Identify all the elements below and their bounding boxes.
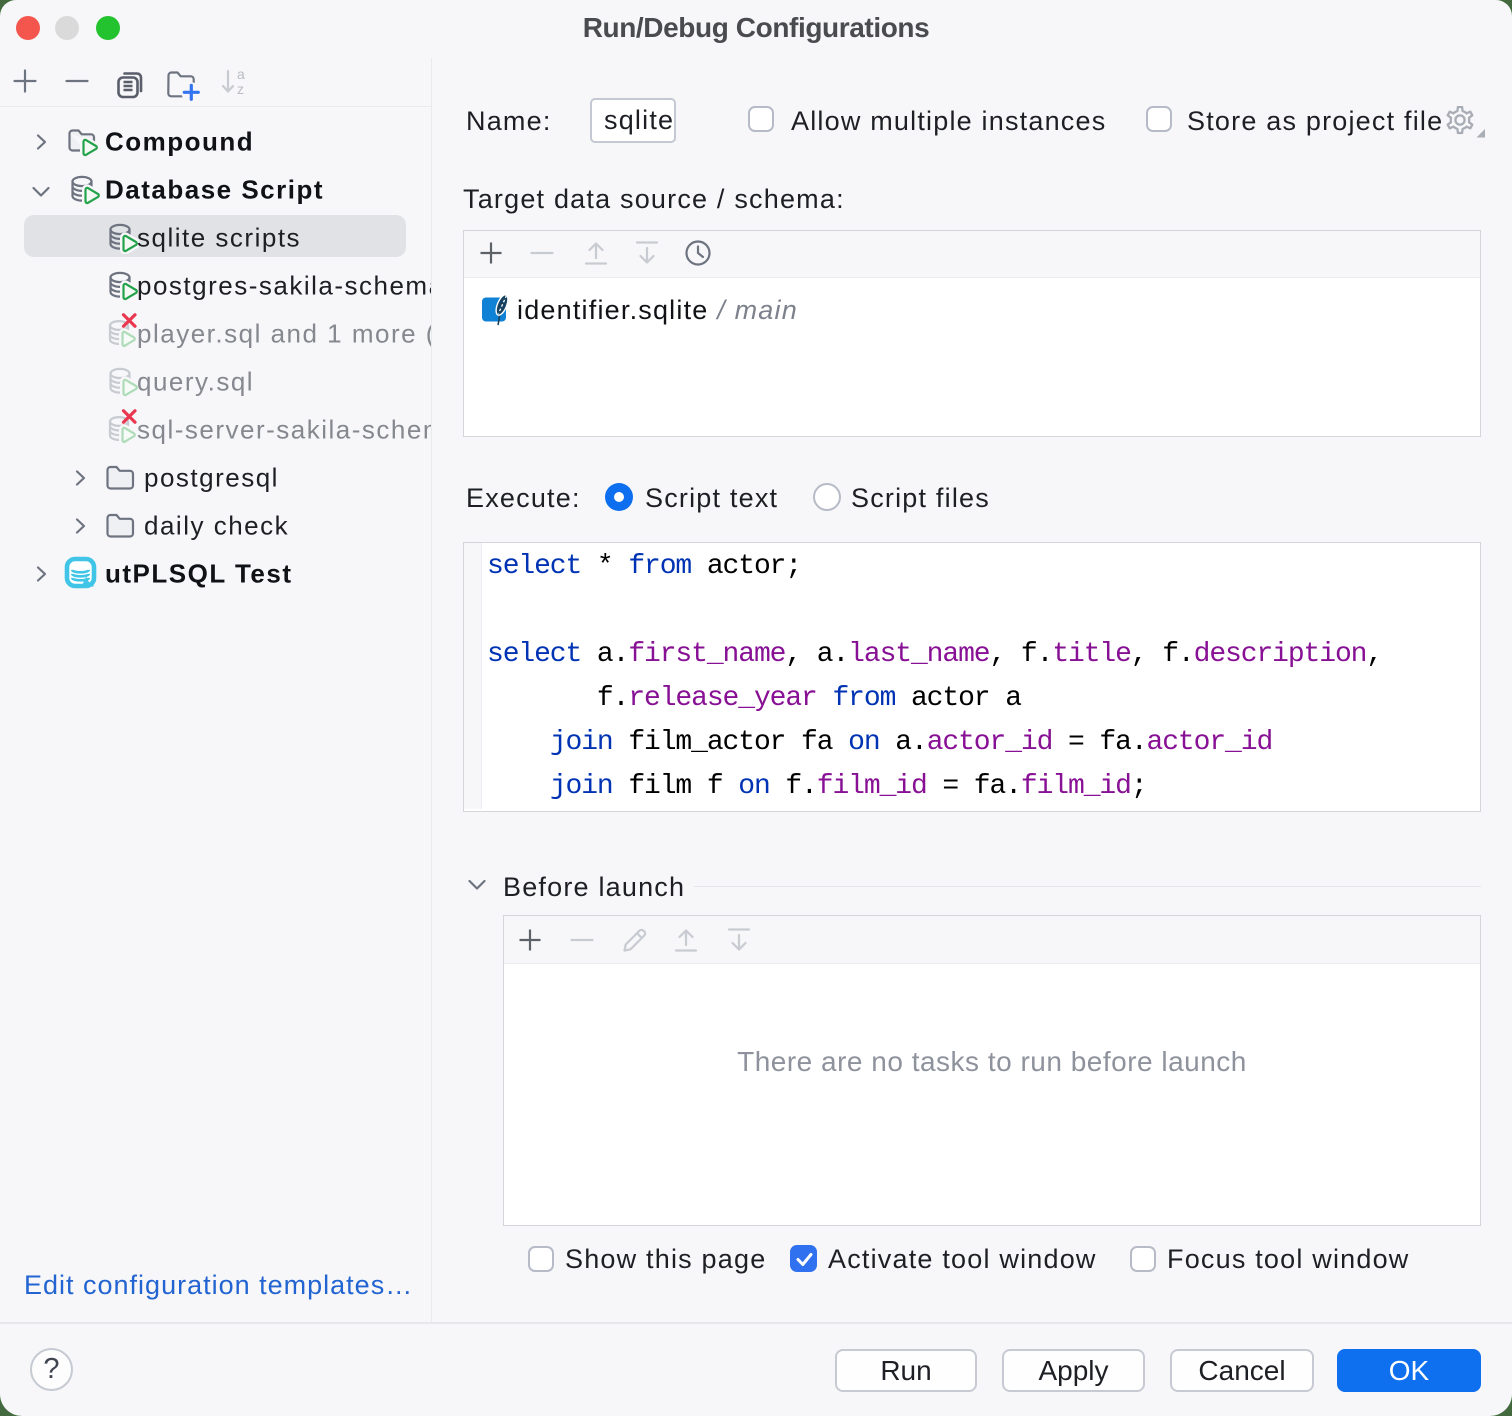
svg-text:z: z bbox=[237, 81, 244, 97]
svg-text:a: a bbox=[237, 67, 245, 82]
